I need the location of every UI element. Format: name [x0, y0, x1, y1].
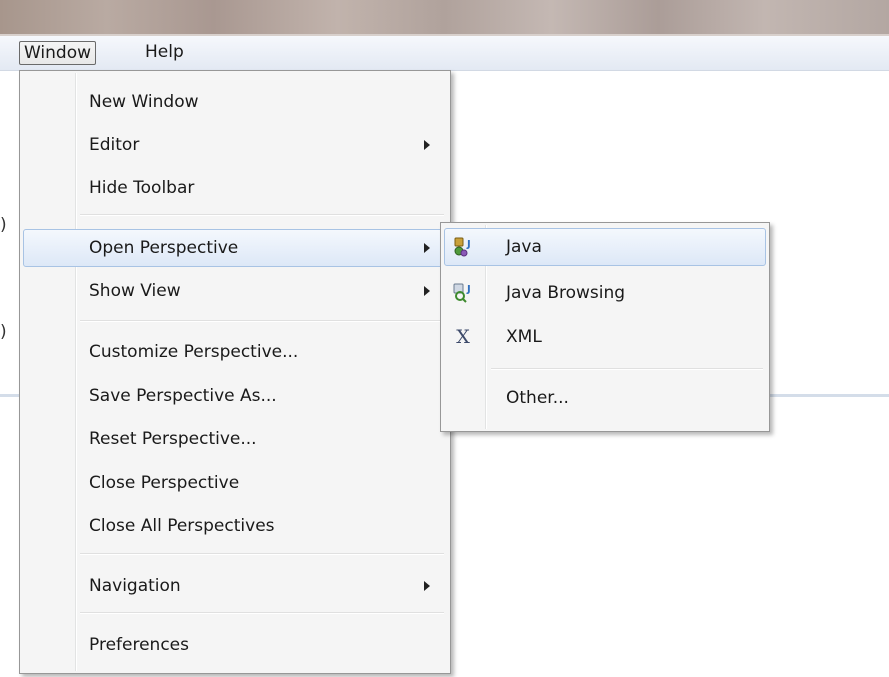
submenu-arrow-icon: [424, 581, 430, 591]
java-browsing-perspective-icon: J: [452, 282, 474, 304]
menu-separator: [80, 612, 444, 614]
menu-item-label: Navigation: [89, 576, 181, 596]
menu-separator: [80, 320, 444, 322]
window-menu: New Window Editor Hide Toolbar Open Pers…: [19, 70, 451, 674]
menu-item-label: Editor: [89, 135, 140, 155]
menu-item-java[interactable]: J Java: [444, 228, 766, 266]
menu-item-label: Hide Toolbar: [89, 178, 195, 198]
java-perspective-icon: J: [452, 236, 474, 258]
editor-glyph: ): [0, 322, 7, 342]
menu-item-java-browsing[interactable]: J Java Browsing: [444, 274, 766, 312]
menu-item-navigation[interactable]: Navigation: [23, 567, 447, 605]
menu-item-label: Other...: [506, 388, 569, 408]
menu-item-label: Close Perspective: [89, 473, 240, 493]
menu-separator: [80, 553, 444, 555]
menu-item-label: Preferences: [89, 635, 189, 655]
menu-item-label: Customize Perspective...: [89, 342, 299, 362]
menu-item-label: Reset Perspective...: [89, 429, 257, 449]
menu-item-reset-perspective[interactable]: Reset Perspective...: [23, 420, 447, 458]
menu-item-editor[interactable]: Editor: [23, 126, 447, 164]
menu-item-label: Java Browsing: [506, 283, 626, 303]
menu-item-label: Save Perspective As...: [89, 386, 277, 406]
menu-bar: Window Help: [0, 36, 889, 71]
editor-glyph: ): [0, 215, 7, 235]
title-bar: [0, 0, 889, 34]
menu-help[interactable]: Help: [141, 41, 188, 63]
menu-item-label: Close All Perspectives: [89, 516, 275, 536]
menu-item-show-view[interactable]: Show View: [23, 272, 447, 310]
menu-item-other[interactable]: Other...: [444, 379, 766, 417]
menu-item-new-window[interactable]: New Window: [23, 83, 447, 121]
menu-item-close-all-perspectives[interactable]: Close All Perspectives: [23, 507, 447, 545]
menu-item-open-perspective[interactable]: Open Perspective: [23, 229, 447, 267]
menu-item-hide-toolbar[interactable]: Hide Toolbar: [23, 169, 447, 207]
menu-item-save-perspective-as[interactable]: Save Perspective As...: [23, 377, 447, 415]
xml-perspective-icon: X: [456, 326, 470, 348]
open-perspective-submenu: J Java J Java Browsing X XML Other...: [440, 222, 770, 432]
menu-item-label: Show View: [89, 281, 181, 301]
submenu-arrow-icon: [424, 140, 430, 150]
menu-item-label: New Window: [89, 92, 199, 112]
svg-text:J: J: [466, 239, 471, 250]
menu-item-customize-perspective[interactable]: Customize Perspective...: [23, 333, 447, 371]
menu-window[interactable]: Window: [19, 41, 97, 65]
menu-separator: [80, 214, 444, 216]
svg-text:J: J: [466, 284, 471, 295]
submenu-arrow-icon: [424, 286, 430, 296]
menu-separator: [491, 368, 763, 370]
menu-item-close-perspective[interactable]: Close Perspective: [23, 464, 447, 502]
menu-item-label: Java: [506, 237, 542, 257]
menu-item-xml[interactable]: X XML: [444, 318, 766, 356]
menu-item-label: XML: [506, 327, 542, 347]
menu-item-label: Open Perspective: [89, 238, 239, 258]
eclipse-window: Window Help ) ) New Window Editor Hide T…: [0, 0, 889, 677]
submenu-arrow-icon: [424, 243, 430, 253]
menu-item-preferences[interactable]: Preferences: [23, 626, 447, 664]
